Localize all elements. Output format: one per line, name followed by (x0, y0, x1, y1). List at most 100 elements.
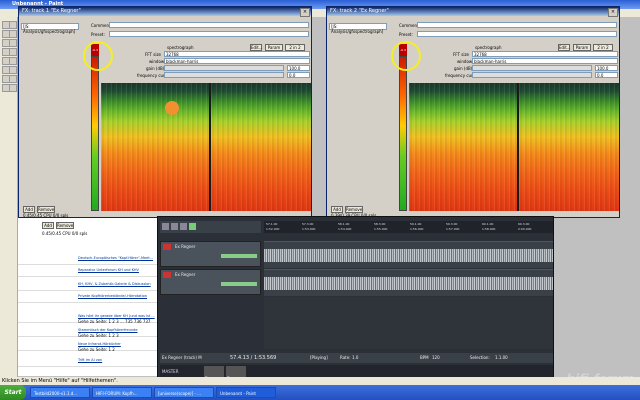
transport-bar: Ex Regner (track) M 57.4.13 / 1:53.569 [… (160, 353, 553, 363)
gain-slider[interactable] (164, 65, 284, 71)
taskbar-item[interactable]: Testbild2000-v1.1.d... (30, 387, 90, 398)
web-cpu-readout: 0.45/0.45 CPU 0/0 spls (42, 231, 88, 236)
timeline-ruler[interactable]: 57.1.00 57.3.00 58.1.00 58.3.00 59.1.00 … (264, 221, 553, 233)
track-name[interactable]: Ex Regner (175, 244, 195, 249)
fft-size-select[interactable]: 32768 (472, 51, 618, 57)
fft-size-select[interactable]: 32768 (164, 51, 310, 57)
forum-row-link[interactable]: Neue Infrarot-Hörbücher (78, 342, 121, 346)
highlight-circle (391, 41, 421, 71)
forum-row-link[interactable]: KH, KHV, & Zubehör-Galerie & Diskussion (78, 282, 151, 286)
web-remove-button[interactable]: Remove (56, 222, 74, 229)
record-arm-icon[interactable] (163, 272, 171, 278)
remove-button[interactable]: Remove (37, 206, 55, 213)
track-header-1[interactable]: Ex Regner (160, 241, 261, 267)
start-button[interactable]: Start (0, 385, 26, 400)
forum-row[interactable]: KH, KHV, & Zubehör-Galerie & Diskussion (18, 280, 158, 291)
level-meter (91, 56, 99, 211)
forum-row-link[interactable]: Reparatur Unterforum KH und KHV (78, 268, 139, 272)
bpm-value[interactable]: 120 (432, 355, 440, 360)
preset-select[interactable] (109, 31, 309, 37)
add-button[interactable]: Add (331, 206, 343, 213)
taskbar-item[interactable]: HIFI-FORUM: Kopfh... (92, 387, 152, 398)
taskbar-item[interactable]: Unbenannt - Paint (216, 387, 276, 398)
rounded-rect-tool-icon[interactable] (9, 84, 17, 92)
window-select[interactable]: blackman-harris (164, 58, 310, 64)
gain-slider[interactable] (472, 65, 592, 71)
close-icon[interactable]: × (608, 8, 618, 17)
brush-tool-icon[interactable] (9, 48, 17, 56)
frequency-curve-slider[interactable] (164, 72, 284, 78)
fill-tool-icon[interactable] (9, 30, 17, 38)
edit-button[interactable]: Edit... (558, 44, 571, 51)
io-button[interactable]: 2 in 2 out (593, 44, 613, 56)
track-2-waveform[interactable] (264, 269, 553, 296)
gain-label: gain (dB) (146, 66, 165, 71)
curve-tool-icon[interactable] (9, 66, 17, 74)
ruler-time: 1:56.000 (410, 227, 424, 231)
fx-list-item[interactable]: [JS: Analysis/gfxspectrograph] (21, 23, 79, 34)
frequency-curve-value[interactable]: 0.0 (595, 72, 618, 78)
track-name[interactable]: Ex Regner (175, 272, 195, 277)
magnifier-tool-icon[interactable] (9, 39, 17, 47)
reaper-toolbar (160, 221, 261, 233)
ruler-mark: 58.3.00 (374, 222, 386, 226)
transport-track: Ex Regner (track) M (162, 355, 202, 360)
frequency-curve-slider[interactable] (472, 72, 592, 78)
empty-arrange-area[interactable] (264, 297, 553, 349)
fx-list-item[interactable]: [JS: Analysis/gfxspectrograph] (329, 23, 387, 34)
polygon-tool-icon[interactable] (9, 75, 17, 83)
comment-field[interactable] (109, 22, 309, 28)
taskbar-item[interactable]: [universe(scope)] - ... (154, 387, 214, 398)
forum-row[interactable]: Trift im AI von (18, 356, 158, 367)
param-button[interactable]: Param (573, 44, 591, 51)
rect-select-tool-icon[interactable] (9, 21, 17, 29)
volume-fader[interactable] (221, 254, 257, 258)
track-header-2[interactable]: Ex Regner (160, 269, 261, 295)
forum-row[interactable]: Reparatur Unterforum KH und KHV (18, 266, 158, 277)
fx-window-title[interactable]: FX: track 2 "Ex Regner" (327, 7, 619, 16)
rate-value[interactable]: 1.0 (352, 355, 358, 360)
frequency-curve-value[interactable]: 0.0 (287, 72, 310, 78)
window-select[interactable]: blackman-harris (472, 58, 618, 64)
toolbar-icon[interactable] (189, 223, 196, 230)
fx-window-left: FX: track 1 "Ex Regner" × [JS: Analysis/… (18, 6, 312, 218)
forum-row[interactable]: Private Kopfhörerbestände/-Hörrotation (18, 292, 158, 303)
forum-row-link[interactable]: Stammtisch der Kopfhörerfreunde (78, 328, 138, 332)
toolbar-icon[interactable] (180, 223, 187, 230)
volume-fader[interactable] (221, 282, 257, 286)
io-button[interactable]: 2 in 2 out (285, 44, 305, 56)
waveform (264, 248, 553, 262)
forum-web-page: Add Remove 0.45/0.45 CPU 0/0 spls Deutsc… (18, 218, 158, 376)
paint-status-bar: Klicken Sie im Menü "Hilfe" auf "Hilfeth… (0, 377, 640, 385)
add-button[interactable]: Add (23, 206, 35, 213)
forum-row-link[interactable]: Private Kopfhörerbestände/-Hörrotation (78, 294, 147, 298)
forum-row-link[interactable]: Was hört ihr gerade über KH (und was ist… (78, 314, 155, 318)
spectrogram-display (101, 83, 311, 211)
fx-window-title[interactable]: FX: track 1 "Ex Regner" (19, 7, 311, 16)
toolbar-icon[interactable] (162, 223, 169, 230)
forum-pages[interactable]: Gehe zu Seite: 1 2 (78, 347, 115, 352)
text-tool-icon[interactable] (9, 57, 17, 65)
forum-row[interactable]: Deutsch-Europäisches "Kopf-Hörer"-Meet..… (18, 254, 158, 265)
track-1-waveform[interactable] (264, 241, 553, 268)
param-button[interactable]: Param (265, 44, 283, 51)
web-add-button[interactable]: Add (42, 222, 54, 229)
gain-value[interactable]: 100.0 (595, 65, 618, 71)
gain-value[interactable]: 100.0 (287, 65, 310, 71)
close-icon[interactable]: × (300, 8, 310, 17)
forum-pages[interactable]: Gehe zu Seite: 1 2 3 ... 735 736 737 (78, 319, 150, 324)
edit-button[interactable]: Edit... (250, 44, 263, 51)
record-arm-icon[interactable] (163, 244, 171, 250)
forum-row-link[interactable]: Deutsch-Europäisches "Kopf-Hörer"-Meet..… (78, 256, 153, 260)
comment-field[interactable] (417, 22, 617, 28)
selection-value[interactable]: 1.1.00 (495, 355, 508, 360)
forum-row-link[interactable]: Trift im AI von (78, 358, 102, 362)
forum-pages[interactable]: Gehe zu Seite: 1 2 3 (78, 333, 119, 338)
preset-select[interactable] (417, 31, 617, 37)
comment-label: Comment (399, 23, 419, 28)
ruler-mark: 58.1.00 (338, 222, 350, 226)
spectrogram-display (409, 83, 619, 211)
remove-button[interactable]: Remove (345, 206, 363, 213)
toolbar-icon[interactable] (171, 223, 178, 230)
transport-time: 57.4.13 / 1:53.569 (230, 355, 277, 361)
